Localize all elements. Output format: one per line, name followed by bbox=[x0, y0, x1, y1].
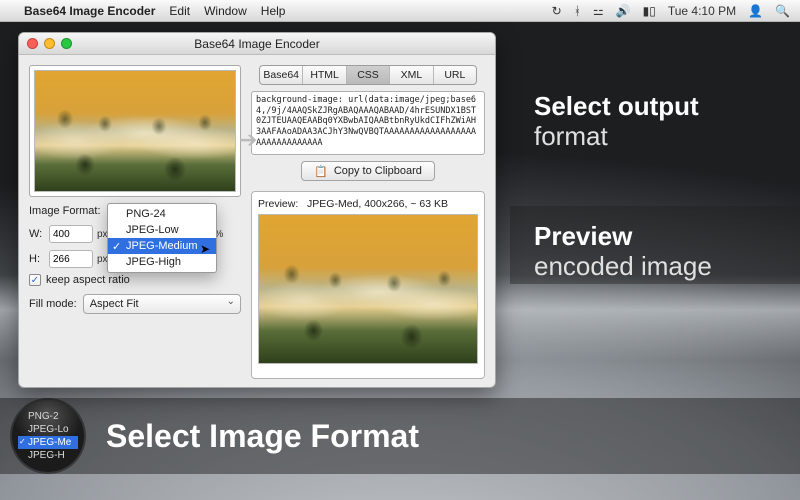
traffic-lights bbox=[27, 38, 72, 49]
tab-url[interactable]: URL bbox=[434, 66, 476, 84]
mag-opt: JPEG-H bbox=[18, 449, 78, 462]
preview-image bbox=[258, 214, 478, 364]
height-unit: px bbox=[97, 254, 108, 265]
timemachine-icon[interactable]: ↻ bbox=[552, 4, 562, 18]
mag-opt-selected: JPEG-Me bbox=[18, 436, 78, 449]
width-unit: px bbox=[97, 229, 108, 240]
checkbox-box: ✓ bbox=[29, 274, 41, 286]
menubar-clock[interactable]: Tue 4:10 PM bbox=[668, 4, 736, 18]
app-window: Base64 Image Encoder Image Format: W: px bbox=[18, 32, 496, 388]
menubar-status-area: ↻ ᚼ ⚍ 🔊 ▮▯ Tue 4:10 PM 👤 🔍 bbox=[552, 4, 790, 18]
format-option-jpeg-high[interactable]: JPEG-High bbox=[108, 254, 216, 270]
copy-to-clipboard-button[interactable]: 📋 Copy to Clipboard bbox=[301, 161, 435, 181]
keep-aspect-checkbox[interactable]: ✓ keep aspect ratio bbox=[29, 274, 241, 286]
encoded-output[interactable]: background-image: url(data:image/jpeg;ba… bbox=[251, 91, 485, 155]
copy-button-label: Copy to Clipboard bbox=[334, 165, 422, 177]
tab-xml[interactable]: XML bbox=[390, 66, 433, 84]
spotlight-icon[interactable]: 🔍 bbox=[775, 4, 790, 18]
image-format-dropdown: PNG-24 JPEG-Low ✓ JPEG-Medium ➤ JPEG-Hig… bbox=[107, 203, 217, 273]
callout-line: Preview bbox=[534, 222, 780, 252]
preview-prefix: Preview: bbox=[258, 198, 298, 210]
source-image bbox=[34, 70, 236, 192]
close-button[interactable] bbox=[27, 38, 38, 49]
checkmark-icon: ✓ bbox=[112, 240, 121, 253]
app-menu[interactable]: Base64 Image Encoder bbox=[24, 4, 155, 18]
tab-html[interactable]: HTML bbox=[303, 66, 346, 84]
width-field[interactable] bbox=[49, 225, 93, 243]
fill-mode-value: Aspect Fit bbox=[90, 298, 139, 310]
mac-menubar: Base64 Image Encoder Edit Window Help ↻ … bbox=[0, 0, 800, 22]
mag-opt: PNG-2 bbox=[18, 410, 78, 423]
menu-help[interactable]: Help bbox=[261, 4, 286, 18]
tab-css[interactable]: CSS bbox=[347, 66, 390, 84]
format-option-jpeg-medium[interactable]: ✓ JPEG-Medium ➤ bbox=[108, 238, 216, 254]
clipboard-icon: 📋 bbox=[314, 165, 328, 178]
bluetooth-icon[interactable]: ᚼ bbox=[574, 4, 581, 18]
callout-title: Select Image Format bbox=[106, 418, 419, 455]
callout-line: Select output bbox=[534, 92, 780, 122]
format-option-jpeg-low[interactable]: JPEG-Low bbox=[108, 222, 216, 238]
image-format-label: Image Format: bbox=[29, 205, 101, 217]
battery-icon[interactable]: ▮▯ bbox=[643, 4, 656, 18]
minimize-button[interactable] bbox=[44, 38, 55, 49]
volume-icon[interactable]: 🔊 bbox=[616, 4, 631, 18]
fill-mode-select[interactable]: Aspect Fit bbox=[83, 294, 241, 314]
preview-well: Preview: JPEG-Med, 400x266, ~ 63 KB bbox=[251, 191, 485, 379]
menu-window[interactable]: Window bbox=[204, 4, 247, 18]
encode-arrow-icon: ➔ bbox=[239, 127, 261, 149]
menu-edit[interactable]: Edit bbox=[169, 4, 190, 18]
right-pane: Base64 HTML CSS XML URL background-image… bbox=[251, 65, 485, 377]
window-titlebar[interactable]: Base64 Image Encoder bbox=[19, 33, 495, 55]
callout-image-format: PNG-2 JPEG-Lo JPEG-Me JPEG-H Select Imag… bbox=[0, 398, 800, 474]
format-option-png24[interactable]: PNG-24 bbox=[108, 206, 216, 222]
height-label: H: bbox=[29, 253, 45, 265]
mag-opt: JPEG-Lo bbox=[18, 423, 78, 436]
width-label: W: bbox=[29, 228, 45, 240]
height-field[interactable] bbox=[49, 250, 93, 268]
tab-base64[interactable]: Base64 bbox=[260, 66, 303, 84]
callout-preview: Preview encoded image bbox=[510, 206, 800, 284]
keep-aspect-label: keep aspect ratio bbox=[46, 274, 130, 286]
output-format-tabs: Base64 HTML CSS XML URL bbox=[259, 65, 477, 85]
user-icon[interactable]: 👤 bbox=[748, 4, 763, 18]
preview-info: JPEG-Med, 400x266, ~ 63 KB bbox=[307, 198, 448, 210]
callout-output-format: Select output format bbox=[510, 76, 800, 154]
callout-line: format bbox=[534, 122, 780, 152]
magnifier-image: PNG-2 JPEG-Lo JPEG-Me JPEG-H bbox=[12, 400, 84, 472]
callout-line: encoded image bbox=[534, 252, 780, 282]
wifi-icon[interactable]: ⚍ bbox=[593, 4, 604, 18]
left-pane: Image Format: W: px H: px ⇅ bbox=[29, 65, 241, 377]
fill-mode-label: Fill mode: bbox=[29, 298, 77, 310]
zoom-button[interactable] bbox=[61, 38, 72, 49]
window-title: Base64 Image Encoder bbox=[194, 37, 319, 51]
source-image-well[interactable] bbox=[29, 65, 241, 197]
